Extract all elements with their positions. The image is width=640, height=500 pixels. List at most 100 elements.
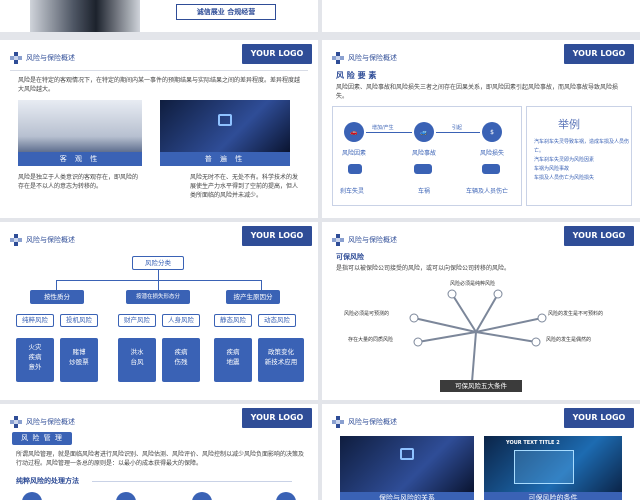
tree-hbar — [56, 280, 262, 281]
cross-icon — [332, 416, 344, 428]
photo-1 — [340, 436, 474, 492]
example-line: 车祸为风险事故 — [534, 166, 570, 172]
slide-4[interactable]: YOUR LOGO 风险与保险概述 风险分类 按性质分 按潜在损失形态分 按产生… — [0, 222, 318, 400]
loss-icon: $ — [482, 122, 502, 142]
node-accident: 风险事故 — [412, 150, 437, 157]
group-title: 按产生原因分 — [226, 290, 280, 304]
card1-title: 客 观 性 — [18, 152, 142, 166]
arrow-1 — [366, 132, 412, 133]
card2-text: 风险无时不在、无处不有。科学技术的发展使生产力水平得到了空前的提高，但人类所面临… — [190, 174, 299, 199]
example-box: 政策变化 新技术应用 — [258, 338, 304, 382]
method-circle — [116, 492, 136, 500]
caption-2: 可保风险的条件 — [484, 492, 622, 500]
condition-label: 风险必须是可预测的 — [344, 311, 390, 317]
node-factor: 风险因素 — [342, 150, 367, 157]
slide-2[interactable]: YOUR LOGO 风险与保险概述 风险是在特定的客观情况下，在特定的期间内某一… — [0, 40, 318, 218]
arrow-1-label: 增加/产生 — [372, 125, 394, 131]
tree-branch — [56, 280, 57, 290]
section-title: 风险与保险概述 — [26, 418, 75, 426]
example-title: 举例 — [558, 118, 580, 131]
cross-icon — [10, 52, 22, 64]
method-circle — [276, 492, 296, 500]
example-box: 洪水 台风 — [118, 338, 156, 382]
category-pill: 动态风险 — [258, 314, 296, 327]
tree-branch — [261, 280, 262, 290]
example-injury: 车辆及人员伤亡 — [466, 188, 509, 195]
slide-6-title: 风 险 管 理 — [12, 432, 72, 445]
photo-2-title: YOUR TEXT TITLE 2 — [506, 440, 560, 446]
card1-photo — [18, 100, 142, 152]
brake-icon — [348, 164, 362, 174]
section-header: 风险与保险概述 — [332, 52, 397, 64]
arrow-2-label: 引起 — [452, 125, 463, 131]
category-pill: 财产风险 — [118, 314, 156, 327]
cross-icon — [10, 234, 22, 246]
slide-7[interactable]: YOUR LOGO 风险与保险概述 保险与风险的关系 YOUR TEXT TIT… — [322, 404, 640, 500]
example-crash: 车祸 — [418, 188, 431, 195]
condition-label: 存在大量的同质风险 — [348, 337, 394, 343]
group-title: 按性质分 — [30, 290, 84, 304]
example-box: 火灾 疾病 意外 — [16, 338, 54, 382]
card2-photo — [160, 100, 290, 152]
card1-text: 风险是独立于人类意识的客观存在，即风险的存在是不以人的意志为转移的。 — [18, 174, 139, 190]
section-header: 风险与保险概述 — [10, 234, 75, 246]
section-title: 风险与保险概述 — [26, 236, 75, 244]
slide-1b[interactable] — [322, 0, 640, 32]
arrow-2 — [436, 132, 480, 133]
example-brake: 刹车失灵 — [340, 188, 365, 195]
example-line: 汽车刹车失灵即为风险因素 — [534, 157, 595, 163]
method-circle — [22, 492, 42, 500]
example-line: 汽车刹车失灵导致车祸，造成车损及人员伤亡。 — [534, 139, 630, 154]
intro-text: 风险是在特定的客观情况下，在特定的期间内某一事件的预期结果与实际结果之间的差异程… — [18, 77, 301, 93]
category-pill: 人身风险 — [162, 314, 200, 327]
section-title: 风险与保险概述 — [348, 54, 397, 62]
tree-trunk — [158, 270, 159, 280]
category-pill: 纯粹风险 — [16, 314, 54, 327]
section-title: 风险与保险概述 — [348, 418, 397, 426]
condition-label: 风险的发生是偶然的 — [546, 337, 592, 343]
example-box: 疾病 地震 — [214, 338, 252, 382]
logo: YOUR LOGO — [242, 226, 312, 246]
caption-1: 保险与风险的关系 — [340, 492, 474, 500]
crash-icon — [414, 164, 432, 174]
slide-1[interactable]: 诚信展业 合规经营 — [0, 0, 318, 32]
factor-icon: 🚗 — [344, 122, 364, 142]
category-pill: 投机风险 — [60, 314, 98, 327]
group-title: 按潜在损失形态分 — [126, 290, 190, 304]
slide-1-photo — [30, 0, 140, 32]
example-lines: 汽车刹车失灵导致车祸，造成车损及人员伤亡。 汽车刹车失灵即为风险因素 车祸为风险… — [534, 138, 630, 183]
method-circle — [192, 492, 212, 500]
divider — [10, 70, 308, 71]
section-header: 风险与保险概述 — [332, 416, 397, 428]
injury-icon — [482, 164, 500, 174]
slide-6-subtitle: 纯粹风险的处理方法 — [16, 477, 79, 485]
lock-icon — [400, 448, 414, 460]
tree-branch — [158, 280, 159, 290]
section-title: 风险与保险概述 — [26, 54, 75, 62]
subtitle-rule — [92, 481, 292, 482]
example-box: 赌博 炒股票 — [60, 338, 98, 382]
slide-3[interactable]: YOUR LOGO 风险与保险概述 风 险 要 素 风险因素、风险事故和风险损失… — [322, 40, 640, 218]
example-box: 疾病 伤残 — [162, 338, 200, 382]
logo: YOUR LOGO — [564, 44, 634, 64]
category-pill: 静态风险 — [214, 314, 252, 327]
accident-icon: 🚙 — [414, 122, 434, 142]
cross-icon — [10, 416, 22, 428]
screen-frame — [514, 450, 574, 484]
node-loss: 风险损失 — [480, 150, 505, 157]
slide-5[interactable]: YOUR LOGO 风险与保险概述 可保风险 是指可以被保险公司接受的风险，或可… — [322, 222, 640, 400]
section-header: 风险与保险概述 — [10, 52, 75, 64]
logo: YOUR LOGO — [564, 408, 634, 428]
section-header: 风险与保险概述 — [10, 416, 75, 428]
tagline-box: 诚信展业 合规经营 — [176, 4, 276, 20]
logo: YOUR LOGO — [242, 44, 312, 64]
condition-label: 风险必须是纯粹风险 — [450, 281, 496, 287]
example-line: 车损及人员伤亡为风险损失 — [534, 175, 595, 181]
logo: YOUR LOGO — [242, 408, 312, 428]
base-label: 可保风险五大条件 — [440, 380, 522, 392]
cross-icon — [332, 52, 344, 64]
slide-6[interactable]: YOUR LOGO 风险与保险概述 风 险 管 理 所谓风险管理，就是面临风险者… — [0, 404, 318, 500]
card2-title: 普 遍 性 — [160, 152, 290, 166]
slide-6-text: 所谓风险管理，就是面临风险者进行风险识别、风险估测、风险评价、风险控制以减少风险… — [16, 451, 305, 467]
condition-label: 风险的发生是不可预料的 — [548, 311, 604, 317]
